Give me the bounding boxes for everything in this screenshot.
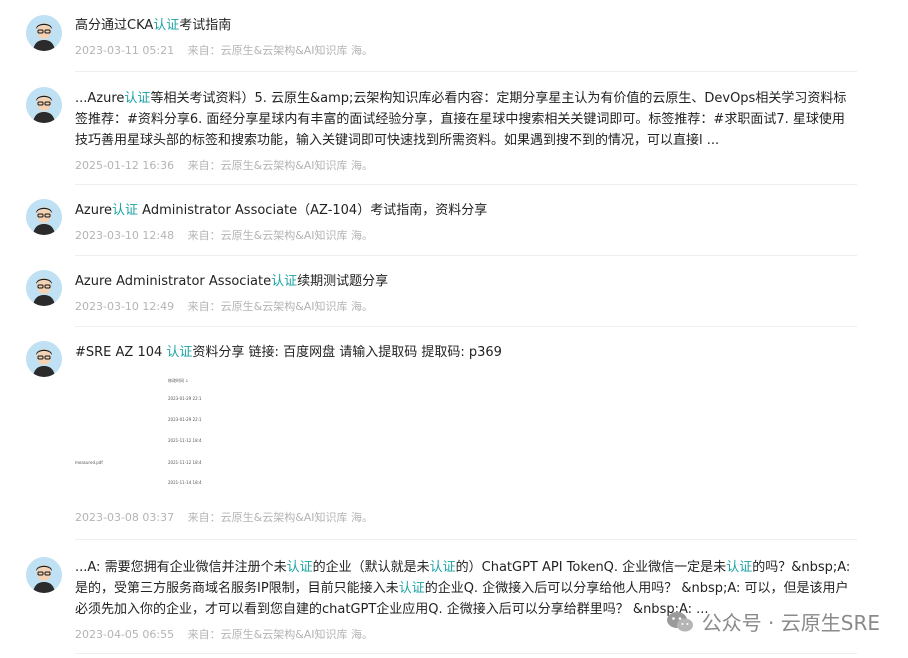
- thumb-date: 2023-01-29 22:1: [168, 396, 202, 401]
- avatar[interactable]: [26, 15, 62, 51]
- result-image-thumbnail[interactable]: 修改时间 ↓ 2023-01-29 22:1 2023-01-29 22:1 2…: [75, 370, 235, 498]
- result-meta: 2023-03-08 03:37 来自：云原生&云架构&AI知识库 海。: [75, 509, 857, 525]
- result-date: 2023-03-10 12:48: [75, 229, 175, 242]
- result-source: 来自：云原生&云架构&AI知识库 海。: [187, 44, 374, 57]
- keyword-highlight: 认证: [726, 560, 753, 575]
- text-segment: 资料分享 链接: 百度网盘 请输入提取码 提取码: p369: [192, 345, 502, 360]
- divider: [75, 184, 857, 185]
- thumb-date: 2021-11-14 18:4: [168, 480, 202, 485]
- text-segment: 的）ChatGPT API TokenQ. 企业微信一定是未: [455, 560, 727, 575]
- avatar[interactable]: [26, 557, 62, 593]
- keyword-highlight: 认证: [166, 345, 193, 360]
- result-title[interactable]: Azure Administrator Associate认证续期测试题分享: [75, 271, 857, 292]
- keyword-highlight: 认证: [286, 560, 313, 575]
- watermark: 公众号 · 云原生SRE: [666, 607, 880, 636]
- keyword-highlight: 认证: [271, 274, 298, 289]
- keyword-highlight: 认证: [429, 560, 456, 575]
- divider: [75, 255, 857, 256]
- result-source: 来自：云原生&云架构&AI知识库 海。: [187, 229, 374, 242]
- result-date: 2025-01-12 16:36: [75, 159, 175, 172]
- result-snippet[interactable]: ...Azure认证等相关考试资料）5. 云原生&amp;云架构知识库必看内容：…: [75, 88, 857, 151]
- avatar[interactable]: [26, 199, 62, 235]
- avatar[interactable]: [26, 270, 62, 306]
- text-segment: ...A: 需要您拥有企业微信并注册个未: [75, 560, 287, 575]
- thumb-file: measured.pdf: [75, 460, 103, 465]
- keyword-highlight: 认证: [124, 91, 151, 106]
- result-meta: 2025-01-12 16:36 来自：云原生&云架构&AI知识库 海。: [75, 157, 857, 173]
- result-date: 2023-03-10 12:49: [75, 300, 175, 313]
- divider: [75, 326, 857, 327]
- divider: [75, 653, 857, 654]
- result-date: 2023-04-05 06:55: [75, 628, 175, 641]
- text-segment: #SRE AZ 104: [75, 345, 167, 360]
- text-segment: Azure: [75, 203, 113, 218]
- text-segment: 考试指南: [179, 18, 232, 33]
- result-date: 2023-03-11 05:21: [75, 44, 175, 57]
- keyword-highlight: 认证: [398, 581, 425, 596]
- thumb-date: 2021-11-12 18:4: [168, 438, 202, 443]
- result-title[interactable]: #SRE AZ 104 认证资料分享 链接: 百度网盘 请输入提取码 提取码: …: [75, 342, 857, 363]
- avatar[interactable]: [26, 341, 62, 377]
- divider: [75, 71, 857, 72]
- result-source: 来自：云原生&云架构&AI知识库 海。: [187, 628, 374, 641]
- result-meta: 2023-03-10 12:48 来自：云原生&云架构&AI知识库 海。: [75, 227, 857, 243]
- result-title[interactable]: 高分通过CKA认证考试指南: [75, 15, 857, 36]
- thumb-header: 修改时间 ↓: [168, 378, 189, 383]
- result-meta: 2023-03-11 05:21 来自：云原生&云架构&AI知识库 海。: [75, 42, 857, 58]
- result-meta: 2023-03-10 12:49 来自：云原生&云架构&AI知识库 海。: [75, 298, 857, 314]
- result-source: 来自：云原生&云架构&AI知识库 海。: [187, 300, 374, 313]
- text-segment: ...Azure: [75, 91, 125, 106]
- text-segment: 续期测试题分享: [297, 274, 389, 289]
- avatar[interactable]: [26, 87, 62, 123]
- text-segment: Azure Administrator Associate: [75, 274, 272, 289]
- thumb-date: 2021-11-12 18:4: [168, 460, 202, 465]
- text-segment: 高分通过CKA: [75, 18, 154, 33]
- thumb-date: 2023-01-29 22:1: [168, 417, 202, 422]
- keyword-highlight: 认证: [112, 203, 139, 218]
- text-segment: 等相关考试资料）5. 云原生&amp;云架构知识库必看内容：定期分享星主认为有价…: [75, 91, 847, 148]
- wechat-icon: [666, 611, 693, 631]
- divider: [75, 539, 857, 540]
- text-segment: Administrator Associate（AZ-104）考试指南，资料分享: [138, 203, 488, 218]
- result-source: 来自：云原生&云架构&AI知识库 海。: [187, 511, 374, 524]
- result-source: 来自：云原生&云架构&AI知识库 海。: [187, 159, 374, 172]
- watermark-text: 公众号 · 云原生SRE: [701, 611, 880, 635]
- text-segment: 的企业（默认就是未: [312, 560, 430, 575]
- result-date: 2023-03-08 03:37: [75, 511, 175, 524]
- keyword-highlight: 认证: [153, 18, 180, 33]
- result-title[interactable]: Azure认证 Administrator Associate（AZ-104）考…: [75, 200, 857, 221]
